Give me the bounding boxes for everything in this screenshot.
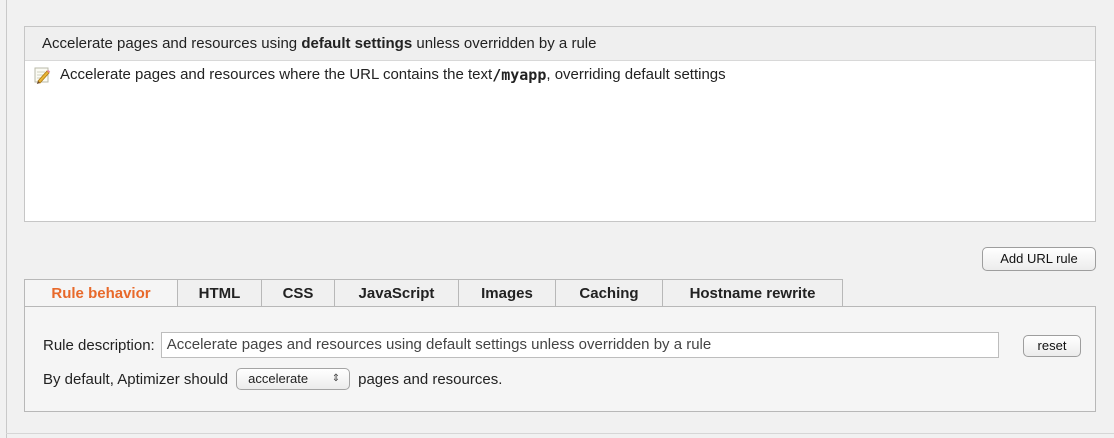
rule-default-text-bold: default settings: [301, 35, 413, 52]
rule-url-token: /myapp: [492, 66, 547, 84]
default-behavior-suffix: pages and resources.: [358, 370, 503, 388]
tab-images[interactable]: Images: [458, 279, 555, 307]
updown-arrows-icon: ⇕: [331, 373, 341, 384]
rule-description-input[interactable]: Accelerate pages and resources using def…: [160, 332, 999, 358]
rules-list: Accelerate pages and resources using def…: [24, 26, 1096, 222]
rule-description-label: Rule description:: [43, 336, 155, 354]
add-url-rule-button[interactable]: Add URL rule: [982, 247, 1096, 271]
tab-html[interactable]: HTML: [177, 279, 261, 307]
pencil-icon[interactable]: [32, 65, 52, 85]
mode-select-value: accelerate: [248, 371, 309, 386]
rule-default-text-before: Accelerate pages and resources using: [42, 35, 302, 52]
settings-tabs: Rule behavior HTML CSS JavaScript Images…: [24, 279, 843, 307]
default-behavior-row: By default, Aptimizer should accelerate …: [43, 368, 502, 390]
rule-url-text-before: Accelerate pages and resources where the…: [60, 66, 493, 83]
accelerate-mode-select[interactable]: accelerate ⇕: [236, 368, 351, 390]
tab-css[interactable]: CSS: [261, 279, 334, 307]
rule-row-default[interactable]: Accelerate pages and resources using def…: [25, 27, 1095, 61]
tab-javascript[interactable]: JavaScript: [334, 279, 458, 307]
rule-description-row: Rule description: Accelerate pages and r…: [43, 332, 999, 358]
default-behavior-prefix: By default, Aptimizer should: [43, 370, 229, 388]
page-left-border: [6, 0, 7, 438]
tab-rule-behavior[interactable]: Rule behavior: [24, 279, 177, 307]
reset-button[interactable]: reset: [1023, 335, 1081, 357]
page-bottom-border: [6, 433, 1114, 434]
rule-behavior-panel: Rule description: Accelerate pages and r…: [24, 306, 1096, 412]
rule-url-text-after: , overriding default settings: [546, 66, 726, 83]
tab-caching[interactable]: Caching: [555, 279, 662, 307]
rule-row-url[interactable]: Accelerate pages and resources where the…: [25, 61, 1095, 89]
tab-hostname-rewrite[interactable]: Hostname rewrite: [662, 279, 843, 307]
rule-default-text-after: unless overridden by a rule: [412, 35, 597, 52]
